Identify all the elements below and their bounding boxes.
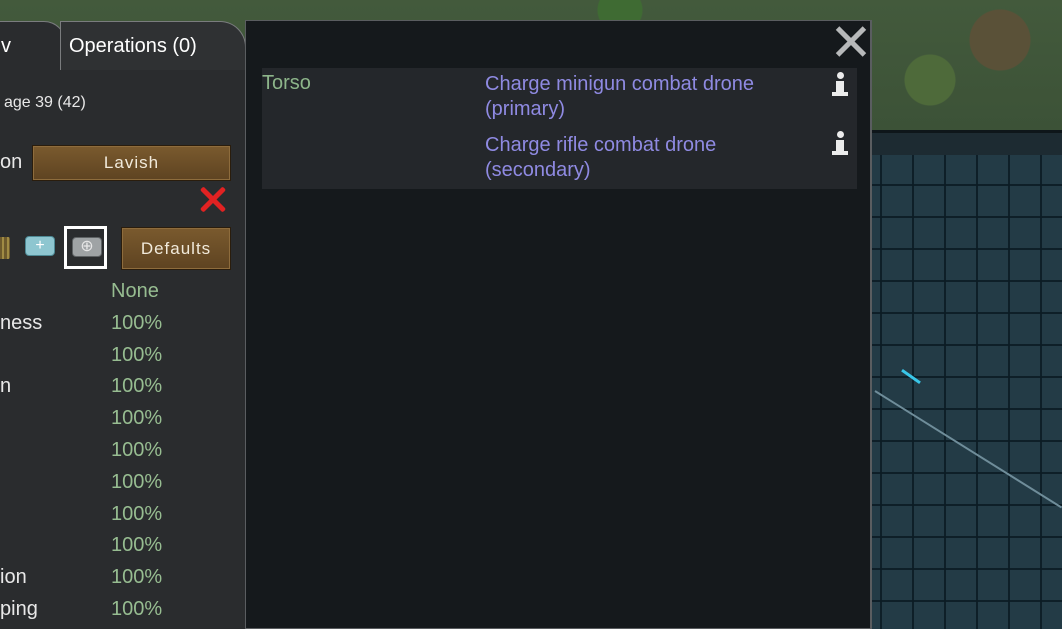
capacity-value: 100% xyxy=(111,503,163,525)
capacity-value: 100% xyxy=(111,471,163,493)
capacity-name: n xyxy=(0,375,12,397)
capacity-value: 100% xyxy=(111,566,163,588)
capacity-row: 100% xyxy=(0,436,245,468)
cancel-icon[interactable] xyxy=(196,183,230,217)
capacity-row: ion 100% xyxy=(0,563,245,595)
capacity-value: 100% xyxy=(111,407,163,429)
capacity-value: 100% xyxy=(111,439,163,461)
close-icon[interactable] xyxy=(835,26,867,58)
capacity-value: 100% xyxy=(111,375,163,397)
wall-segment xyxy=(872,130,1062,155)
capacity-name: ping xyxy=(0,598,38,620)
capacity-row: 100% xyxy=(0,531,245,563)
capacity-row: 100% xyxy=(0,500,245,532)
capacity-value: 100% xyxy=(111,344,163,366)
capacity-row: 100% xyxy=(0,341,245,373)
ultratech-medicine-icon[interactable]: ⊕ xyxy=(72,237,102,257)
hediff-entry[interactable]: Charge rifle combat drone (secondary) xyxy=(485,133,815,183)
industrial-medicine-icon[interactable]: + xyxy=(25,236,55,256)
pawn-age: age 39 (42) xyxy=(4,94,86,111)
info-icon[interactable] xyxy=(832,131,848,157)
info-icon[interactable] xyxy=(832,72,848,98)
capacity-row: n 100% xyxy=(0,372,245,404)
capacity-row: 100% xyxy=(0,404,245,436)
capacity-value: 100% xyxy=(111,598,163,620)
food-restriction-button[interactable]: Lavish xyxy=(32,145,231,181)
capacity-row: ping 100% xyxy=(0,595,245,627)
pawn-health-panel: age 39 (42) on Lavish + ⊕ Defaults None … xyxy=(0,70,246,629)
capacity-row: ness 100% xyxy=(0,309,245,341)
hediff-entry[interactable]: Charge minigun combat drone (primary) xyxy=(485,72,815,122)
tiled-floor xyxy=(872,130,1062,629)
capacity-name: ion xyxy=(0,566,27,588)
medicine-defaults-button[interactable]: Defaults xyxy=(121,227,231,270)
body-part-label: Torso xyxy=(262,72,311,94)
capacity-value: 100% xyxy=(111,312,163,334)
capacity-name: ness xyxy=(0,312,43,334)
food-restriction-label: on xyxy=(0,151,23,173)
tab-overview[interactable]: v xyxy=(0,21,66,71)
herbal-medicine-icon[interactable] xyxy=(0,237,10,259)
capacity-value: 100% xyxy=(111,534,163,556)
tab-operations[interactable]: Operations (0) xyxy=(60,21,246,71)
capacity-header-value: None xyxy=(111,280,159,302)
capacity-header: None xyxy=(0,277,245,309)
capacity-row: 100% xyxy=(0,468,245,500)
